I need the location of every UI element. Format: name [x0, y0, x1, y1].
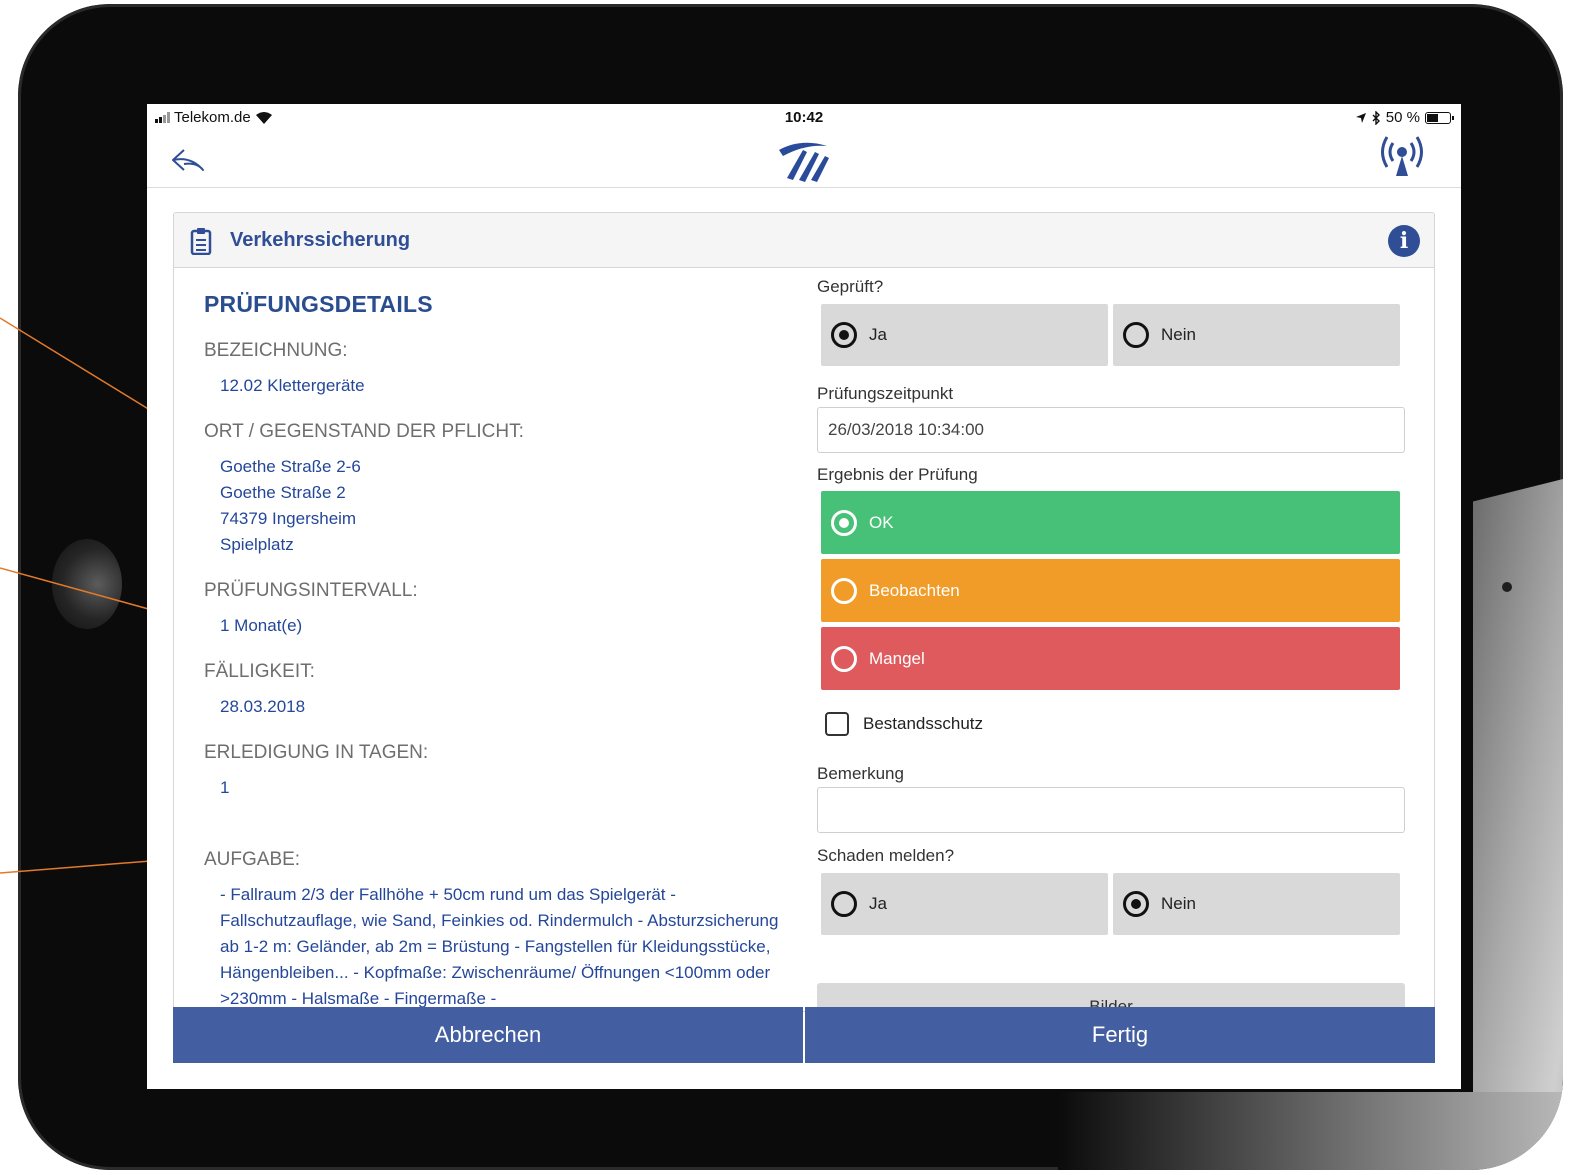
home-button	[52, 539, 122, 629]
frame-reflection-bottom	[1058, 1092, 1563, 1170]
app-logo-icon	[779, 142, 829, 182]
back-arrow-icon[interactable]	[169, 142, 209, 178]
ort-line: Goethe Straße 2-6	[220, 457, 361, 476]
option-label: OK	[869, 512, 894, 532]
bestandsschutz-row[interactable]: Bestandsschutz	[825, 712, 1417, 736]
broadcast-icon[interactable]	[1379, 132, 1425, 178]
ergebnis-beobachten-option[interactable]: Beobachten	[821, 559, 1400, 622]
option-label: Nein	[1161, 325, 1196, 344]
bemerkung-input[interactable]	[817, 787, 1405, 833]
cancel-button[interactable]: Abbrechen	[173, 1007, 803, 1063]
schaden-label: Schaden melden?	[817, 846, 955, 865]
nav-bar	[147, 132, 1461, 188]
status-time: 10:42	[784, 109, 824, 126]
ergebnis-ok-option[interactable]: OK	[821, 491, 1400, 554]
option-label: Beobachten	[869, 580, 960, 600]
bezeichnung-value: 12.02 Klettergeräte	[220, 376, 365, 395]
radio-unchecked-icon	[831, 577, 857, 604]
geprueft-nein-option[interactable]: Nein	[1113, 304, 1400, 366]
ort-label: ORT / GEGENSTAND DER PFLICHT:	[204, 421, 524, 442]
geprueft-toggle: Ja Nein	[821, 304, 1417, 366]
action-bar: Abbrechen Fertig	[173, 1007, 1435, 1063]
zeitpunkt-label: Prüfungszeitpunkt	[817, 384, 954, 403]
aufgabe-label: AUFGABE:	[204, 849, 301, 870]
bestandsschutz-checkbox[interactable]	[825, 712, 849, 736]
geprueft-label: Geprüft?	[817, 277, 884, 296]
ort-value: Goethe Straße 2-6 Goethe Straße 2 74379 …	[220, 454, 804, 558]
ort-line: Spielplatz	[220, 535, 294, 554]
status-bar: Telekom.de 10:42 50 %	[147, 104, 1461, 132]
battery-percent: 50 %	[1385, 109, 1420, 126]
erledigung-label: ERLEDIGUNG IN TAGEN:	[204, 742, 429, 763]
schaden-toggle: Ja Nein	[821, 873, 1417, 935]
panel-title: Verkehrssicherung	[230, 229, 411, 251]
inspection-details: PRÜFUNGSDETAILS BEZEICHNUNG: 12.02 Klett…	[204, 291, 804, 1011]
option-label: Nein	[1161, 894, 1196, 913]
radio-unchecked-icon	[831, 645, 857, 672]
radio-checked-icon	[831, 322, 857, 348]
ergebnis-mangel-option[interactable]: Mangel	[821, 627, 1400, 690]
erledigung-value: 1	[220, 778, 230, 797]
bestandsschutz-label: Bestandsschutz	[863, 714, 984, 733]
battery-icon	[1425, 111, 1454, 124]
camera-icon	[1502, 582, 1512, 592]
schaden-ja-option[interactable]: Ja	[821, 873, 1108, 935]
schaden-nein-option[interactable]: Nein	[1113, 873, 1400, 935]
faelligkeit-label: FÄLLIGKEIT:	[204, 661, 315, 682]
option-label: Mangel	[869, 648, 925, 668]
ort-line: Goethe Straße 2	[220, 483, 346, 502]
radio-unchecked-icon	[831, 891, 857, 917]
faelligkeit-value: 28.03.2018	[220, 697, 306, 716]
location-icon	[1355, 112, 1366, 123]
radio-unchecked-icon	[1123, 322, 1149, 348]
intervall-value: 1 Monat(e)	[220, 616, 303, 635]
inspection-form: Geprüft? Ja Nein Prüfungszeitpunkt 26/03…	[817, 277, 1417, 1011]
bemerkung-label: Bemerkung	[817, 764, 904, 783]
zeitpunkt-input[interactable]: 26/03/2018 10:34:00	[817, 407, 1405, 453]
done-button[interactable]: Fertig	[805, 1007, 1435, 1063]
frame-reflection	[1473, 466, 1563, 1170]
ergebnis-options: OK Beobachten Mangel	[821, 491, 1417, 690]
geprueft-ja-option[interactable]: Ja	[821, 304, 1108, 366]
option-label: Ja	[869, 325, 887, 344]
clipboard-icon	[190, 228, 212, 255]
radio-checked-icon	[831, 509, 857, 536]
option-label: Ja	[869, 894, 887, 913]
details-heading: PRÜFUNGSDETAILS	[204, 291, 433, 317]
aufgabe-text: - Fallraum 2/3 der Fallhöhe + 50cm rund …	[220, 885, 779, 1008]
intervall-label: PRÜFUNGSINTERVALL:	[204, 580, 418, 601]
app-screen: Telekom.de 10:42 50 % Verkehrssicherung …	[147, 104, 1461, 1089]
ergebnis-label: Ergebnis der Prüfung	[817, 465, 978, 484]
bluetooth-icon	[1372, 110, 1380, 125]
ort-line: 74379 Ingersheim	[220, 509, 357, 528]
inspection-panel: Verkehrssicherung i PRÜFUNGSDETAILS BEZE…	[173, 212, 1435, 1012]
bezeichnung-label: BEZEICHNUNG:	[204, 340, 348, 361]
status-right: 50 %	[1355, 109, 1454, 126]
panel-header: Verkehrssicherung i	[174, 213, 1434, 268]
radio-checked-icon	[1123, 891, 1149, 917]
info-icon[interactable]: i	[1388, 225, 1420, 257]
